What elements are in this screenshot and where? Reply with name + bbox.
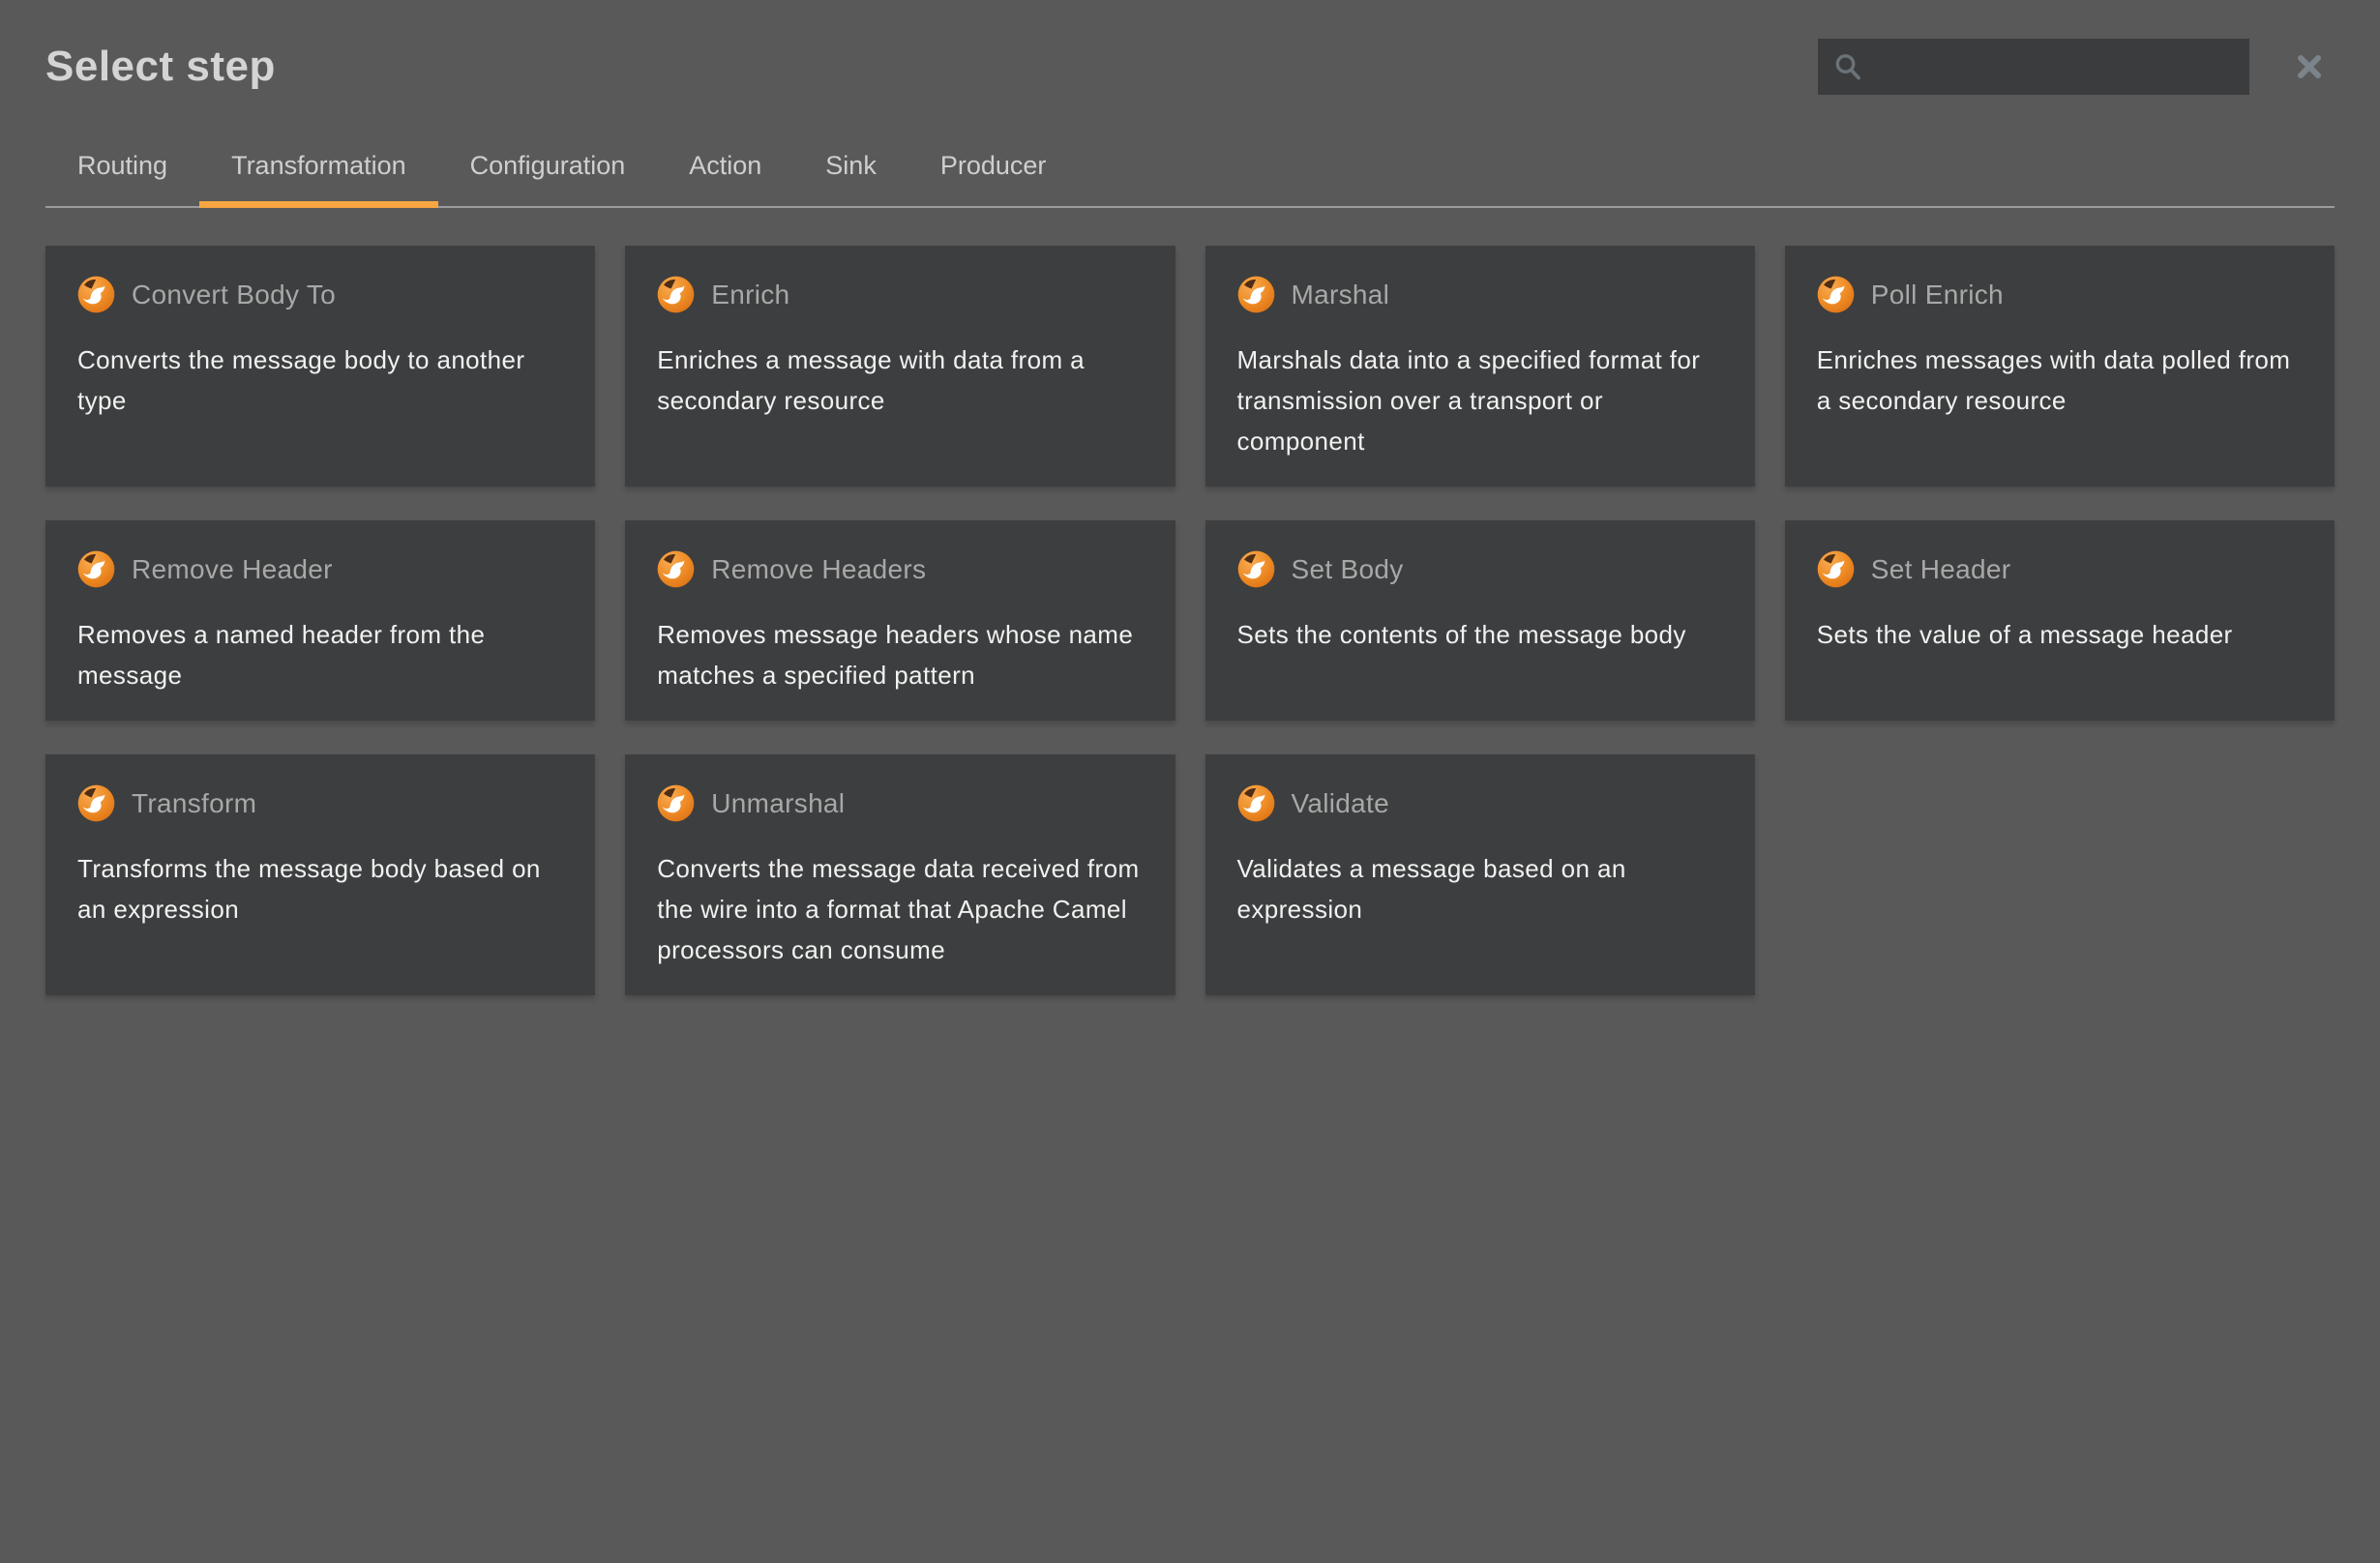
step-card[interactable]: Marshal Marshals data into a specified f… xyxy=(1205,246,1755,487)
step-title: Poll Enrich xyxy=(1871,280,2004,310)
camel-icon xyxy=(1817,276,1855,313)
step-description: Sets the contents of the message body xyxy=(1237,614,1723,655)
step-description: Transforms the message body based on an … xyxy=(77,848,563,929)
tab-configuration[interactable]: Configuration xyxy=(438,151,658,206)
step-card[interactable]: Unmarshal Converts the message data rece… xyxy=(625,754,1175,995)
search-input[interactable] xyxy=(1818,39,2249,95)
camel-icon xyxy=(1237,550,1275,588)
dialog-header: Select step xyxy=(45,37,2335,97)
camel-icon xyxy=(77,550,115,588)
step-card-header: Enrich xyxy=(657,276,1143,313)
step-card[interactable]: Remove Header Removes a named header fro… xyxy=(45,520,595,721)
camel-icon xyxy=(1817,550,1855,588)
step-description: Marshals data into a specified format fo… xyxy=(1237,339,1723,461)
step-card-header: Set Header xyxy=(1817,550,2303,588)
camel-icon xyxy=(77,784,115,822)
step-card-header: Remove Headers xyxy=(657,550,1143,588)
tab-transformation[interactable]: Transformation xyxy=(199,151,438,206)
page-title: Select step xyxy=(45,43,1818,91)
step-card-header: Marshal xyxy=(1237,276,1723,313)
tab-sink[interactable]: Sink xyxy=(793,151,908,206)
tab-bar: Routing Transformation Configuration Act… xyxy=(45,151,2335,208)
step-card[interactable]: Set Body Sets the contents of the messag… xyxy=(1205,520,1755,721)
camel-icon xyxy=(657,550,695,588)
step-card-header: Convert Body To xyxy=(77,276,563,313)
step-description: Removes a named header from the message xyxy=(77,614,563,695)
step-grid: Convert Body To Converts the message bod… xyxy=(45,246,2335,995)
tab-producer[interactable]: Producer xyxy=(908,151,1079,206)
step-description: Converts the message data received from … xyxy=(657,848,1143,970)
close-button[interactable] xyxy=(2284,42,2335,92)
tab-routing[interactable]: Routing xyxy=(45,151,199,206)
camel-icon xyxy=(657,784,695,822)
step-card[interactable]: Validate Validates a message based on an… xyxy=(1205,754,1755,995)
step-card[interactable]: Convert Body To Converts the message bod… xyxy=(45,246,595,487)
step-title: Set Body xyxy=(1292,554,1404,585)
step-card[interactable]: Remove Headers Removes message headers w… xyxy=(625,520,1175,721)
step-title: Enrich xyxy=(711,280,789,310)
step-description: Removes message headers whose name match… xyxy=(657,614,1143,695)
step-description: Sets the value of a message header xyxy=(1817,614,2303,655)
camel-icon xyxy=(657,276,695,313)
step-card-header: Transform xyxy=(77,784,563,822)
step-card-header: Set Body xyxy=(1237,550,1723,588)
camel-icon xyxy=(1237,784,1275,822)
step-card[interactable]: Set Header Sets the value of a message h… xyxy=(1785,520,2335,721)
step-card-header: Unmarshal xyxy=(657,784,1143,822)
step-description: Enriches messages with data polled from … xyxy=(1817,339,2303,421)
step-title: Transform xyxy=(132,788,256,819)
step-card-header: Poll Enrich xyxy=(1817,276,2303,313)
step-title: Remove Header xyxy=(132,554,333,585)
step-title: Set Header xyxy=(1871,554,2011,585)
step-title: Marshal xyxy=(1292,280,1390,310)
tab-action[interactable]: Action xyxy=(657,151,793,206)
step-description: Enriches a message with data from a seco… xyxy=(657,339,1143,421)
step-card-header: Remove Header xyxy=(77,550,563,588)
step-card[interactable]: Transform Transforms the message body ba… xyxy=(45,754,595,995)
step-title: Unmarshal xyxy=(711,788,845,819)
step-description: Validates a message based on an expressi… xyxy=(1237,848,1723,929)
search-box xyxy=(1818,39,2249,95)
camel-icon xyxy=(1237,276,1275,313)
step-title: Validate xyxy=(1292,788,1390,819)
step-title: Convert Body To xyxy=(132,280,336,310)
select-step-dialog: Select step Routing Transformation Confi… xyxy=(0,0,2380,995)
step-title: Remove Headers xyxy=(711,554,926,585)
step-card[interactable]: Poll Enrich Enriches messages with data … xyxy=(1785,246,2335,487)
step-description: Converts the message body to another typ… xyxy=(77,339,563,421)
step-card[interactable]: Enrich Enriches a message with data from… xyxy=(625,246,1175,487)
step-card-header: Validate xyxy=(1237,784,1723,822)
close-icon xyxy=(2295,52,2324,81)
camel-icon xyxy=(77,276,115,313)
